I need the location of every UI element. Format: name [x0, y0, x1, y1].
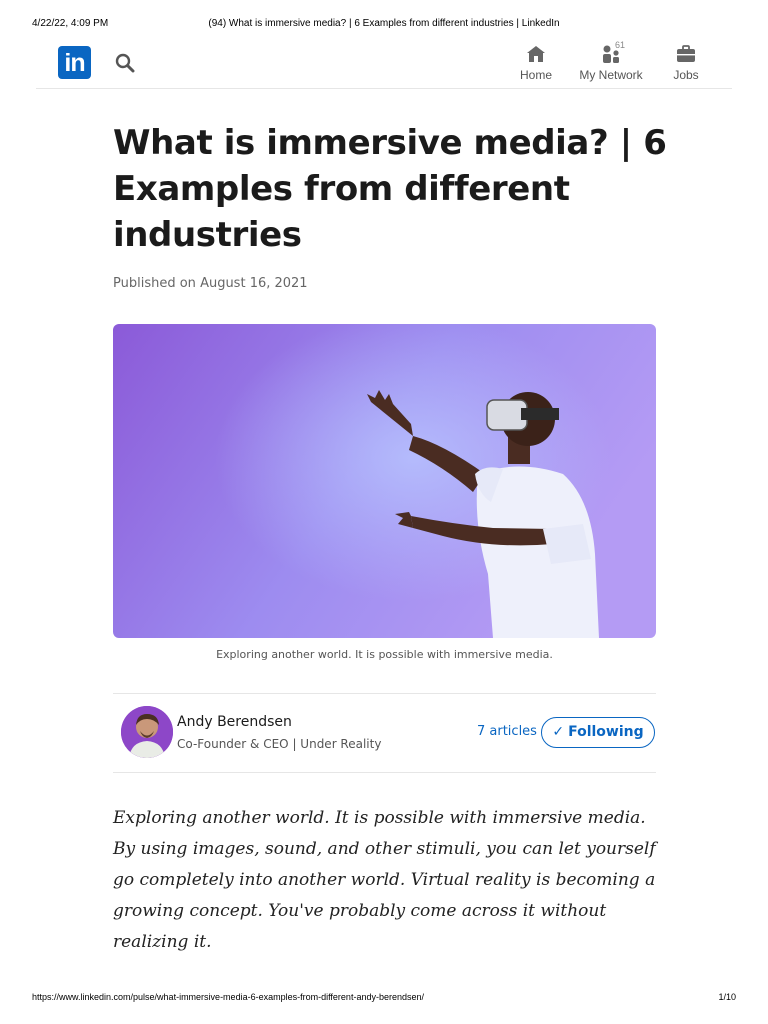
print-url: https://www.linkedin.com/pulse/what-imme… — [32, 992, 424, 1002]
following-label: Following — [568, 724, 644, 740]
author-card: Andy Berendsen Co-Founder & CEO | Under … — [113, 693, 656, 773]
print-page-title: (94) What is immersive media? | 6 Exampl… — [208, 18, 560, 29]
article-body-paragraph: Exploring another world. It is possible … — [113, 808, 656, 952]
author-headline: Co-Founder & CEO | Under Reality — [177, 737, 382, 751]
nav-item-label: My Network — [579, 68, 643, 82]
print-header: 4/22/22, 4:09 PM (94) What is immersive … — [32, 18, 736, 32]
nav-item-jobs[interactable]: Jobs — [651, 42, 721, 86]
author-name[interactable]: Andy Berendsen — [177, 714, 292, 730]
briefcase-icon — [676, 44, 696, 64]
print-footer: https://www.linkedin.com/pulse/what-imme… — [32, 992, 736, 1006]
home-icon — [526, 44, 546, 64]
published-prefix: Published on — [113, 276, 196, 291]
hero-image — [113, 324, 656, 638]
nav-item-my-network[interactable]: 61 My Network — [576, 40, 646, 86]
author-avatar[interactable] — [121, 706, 173, 758]
linkedin-logo[interactable]: in — [58, 46, 91, 79]
search-icon[interactable] — [114, 52, 136, 74]
nav-item-label: Home — [519, 68, 552, 82]
author-articles-link[interactable]: 7 articles — [477, 724, 537, 739]
published-date: Published on August 16, 2021 — [113, 276, 308, 291]
following-button[interactable]: ✓ Following — [541, 717, 655, 748]
network-badge: 61 — [615, 40, 626, 50]
top-navbar: in Home 61 My Network Jobs — [36, 40, 732, 89]
hero-caption: Exploring another world. It is possible … — [216, 648, 553, 661]
network-icon: 61 — [601, 40, 625, 64]
checkmark-icon: ✓ — [552, 724, 565, 740]
print-page-number: 1/10 — [718, 992, 736, 1002]
nav-item-home[interactable]: Home — [501, 42, 571, 86]
article-title: What is immersive media? | 6 Examples fr… — [113, 123, 667, 255]
published-date-value: August 16, 2021 — [200, 276, 308, 291]
nav-item-label: Jobs — [673, 68, 699, 82]
